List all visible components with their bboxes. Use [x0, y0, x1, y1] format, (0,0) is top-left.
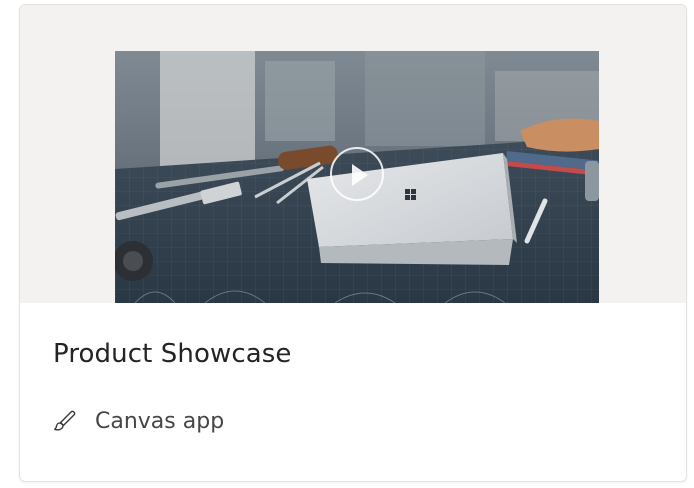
card-hero	[20, 5, 686, 303]
app-type-label: Canvas app	[95, 408, 225, 434]
app-title[interactable]: Product Showcase	[53, 339, 292, 369]
pen-brush-icon	[54, 410, 76, 431]
play-icon[interactable]	[330, 147, 384, 201]
app-card[interactable]: Product Showcase Canvas app	[19, 4, 687, 482]
app-type: Canvas app	[53, 405, 224, 437]
video-thumbnail[interactable]	[115, 51, 599, 303]
